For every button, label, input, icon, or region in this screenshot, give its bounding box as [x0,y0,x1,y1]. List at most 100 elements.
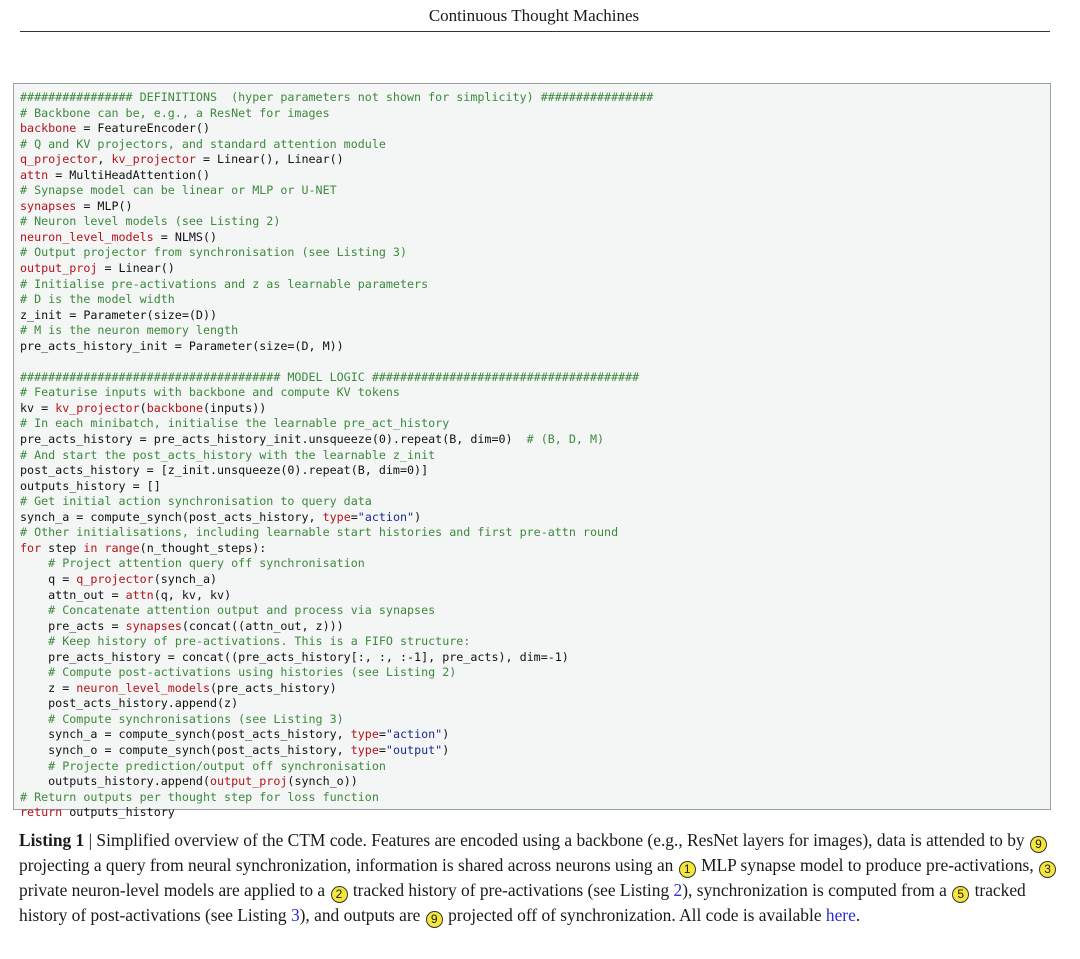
code-line: # Output projector from synchronisation … [20,245,1050,261]
listing-3-ref-link[interactable]: 3 [291,905,300,925]
code-line: # Compute synchronisations (see Listing … [20,712,1050,728]
code-line: # Initialise pre-activations and z as le… [20,277,1050,293]
code-comment: # Initialise pre-activations and z as le… [20,276,429,291]
code-comment: # Featurise inputs with backbone and com… [20,385,400,400]
code-line: pre_acts = synapses(concat((attn_out, z)… [20,619,1050,635]
code-keyword: kv_projector [55,400,140,415]
code-comment: # Output projector from synchronisation … [20,245,408,260]
code-keyword: q_projector [76,571,154,586]
code-token: ) [442,742,450,757]
listing-2-ref-link[interactable]: 2 [674,880,683,900]
code-token: ) [442,727,450,742]
code-line: outputs_history.append(output_proj(synch… [20,774,1050,790]
code-line: # Featurise inputs with backbone and com… [20,385,1050,401]
code-line: synch_o = compute_synch(post_acts_histor… [20,743,1050,759]
code-token: outputs_history = [] [20,478,161,493]
code-keyword: synapses [20,198,77,213]
code-keyword: type [350,742,379,757]
running-head: Continuous Thought Machines [428,6,640,25]
code-token: = MLP() [76,198,133,213]
caption-text: ), synchronization is computed from a [682,880,952,900]
marker-5-icon: 5 [952,886,970,903]
code-keyword: neuron_level_models [76,680,210,695]
code-listing: ################ DEFINITIONS (hyper para… [13,83,1051,819]
caption-text: private neuron-level models are applied … [19,880,330,900]
header-rule [20,31,1050,32]
code-comment: # Neuron level models (see Listing 2) [20,214,281,229]
code-token: = [378,727,386,742]
code-token: = [378,742,386,757]
code-token: (n_thought_steps): [139,540,267,555]
caption-text: projecting a query from neural synchroni… [19,855,678,875]
code-string: "action" [357,509,415,524]
code-keyword: output_proj [210,774,288,789]
code-comment: # Projecte prediction/output off synchro… [48,758,386,773]
code-comment: ################ DEFINITIONS (hyper para… [20,90,654,104]
code-keyword: in [83,540,98,555]
code-token: pre_acts = [20,618,126,633]
code-token: = FeatureEncoder() [76,121,210,136]
code-comment: # And start the post_acts_history with t… [20,447,436,462]
code-comment: # Compute post-activations using histori… [48,665,457,680]
code-comment: # M is the neuron memory length [20,323,239,338]
code-line: attn_out = attn(q, kv, kv) [20,588,1050,604]
code-comment: # Other initialisations, including learn… [20,525,619,540]
code-token: = Linear(), Linear() [195,152,344,167]
code-token: (concat((attn_out, z))) [181,618,344,633]
code-line: pre_acts_history_init = Parameter(size=(… [20,339,1050,355]
code-line: q = q_projector(synch_a) [20,572,1050,588]
code-token: ( [139,400,147,415]
code-comment: # (B, D, M) [526,432,605,447]
code-line: output_proj = Linear() [20,261,1050,277]
code-token: q = [20,571,77,586]
code-token: = [350,509,358,524]
code-keyword: range [104,540,140,555]
code-token: (q, kv, kv) [153,587,232,602]
code-comment: ##################################### MO… [20,369,640,384]
code-line: neuron_level_models = NLMS() [20,230,1050,246]
caption-text: ), and outputs are [299,905,425,925]
code-token: (pre_acts_history) [210,680,337,695]
code-line: ################ DEFINITIONS (hyper para… [20,90,1050,106]
caption-text: . [855,905,861,925]
marker-9-icon: 9 [1029,836,1047,853]
code-line: z = neuron_level_models(pre_acts_history… [20,681,1050,697]
code-token: (inputs)) [202,400,267,415]
code-line: post_acts_history.append(z) [20,696,1050,712]
code-line: attn = MultiHeadAttention() [20,168,1050,184]
code-comment: # Synapse model can be linear or MLP or … [20,183,337,198]
code-line: post_acts_history = [z_init.unsqueeze(0)… [20,463,1050,479]
code-keyword: return [20,805,63,820]
code-keyword: for [20,540,42,555]
code-comment: # Get initial action synchronisation to … [20,494,372,509]
code-token: synch_a = compute_synch(post_acts_histor… [20,509,323,524]
code-token: pre_acts_history_init = Parameter(size=(… [20,338,344,353]
code-token: , [97,152,112,167]
code-line: # Q and KV projectors, and standard atte… [20,137,1050,153]
code-line: # Compute post-activations using histori… [20,665,1050,681]
caption-label: Listing 1 [19,830,85,850]
code-line: ##################################### MO… [20,370,1050,386]
code-keyword: synapses [125,618,182,633]
code-line: backbone = FeatureEncoder() [20,121,1050,137]
listing-caption: Listing 1 | Simplified overview of the C… [19,828,1059,928]
code-line: q_projector, kv_projector = Linear(), Li… [20,152,1050,168]
code-keyword: output_proj [20,261,98,276]
code-line: z_init = Parameter(size=(D)) [20,308,1050,324]
code-line: # And start the post_acts_history with t… [20,448,1050,464]
code-line: pre_acts_history = pre_acts_history_init… [20,432,1050,448]
code-comment: # Project attention query off synchronis… [48,556,365,571]
code-comment: # Keep history of pre-activations. This … [48,634,471,649]
code-line: # D is the model width [20,292,1050,308]
code-line: # Backbone can be, e.g., a ResNet for im… [20,106,1050,122]
code-token: synch_a = compute_synch(post_acts_histor… [20,727,351,742]
code-token: post_acts_history = [z_init.unsqueeze(0)… [20,463,429,478]
code-comment: # Q and KV projectors, and standard atte… [20,136,386,151]
code-here-link[interactable]: here [826,905,856,925]
code-comment: # Compute synchronisations (see Listing … [48,711,344,726]
marker-9-icon: 9 [425,911,443,928]
